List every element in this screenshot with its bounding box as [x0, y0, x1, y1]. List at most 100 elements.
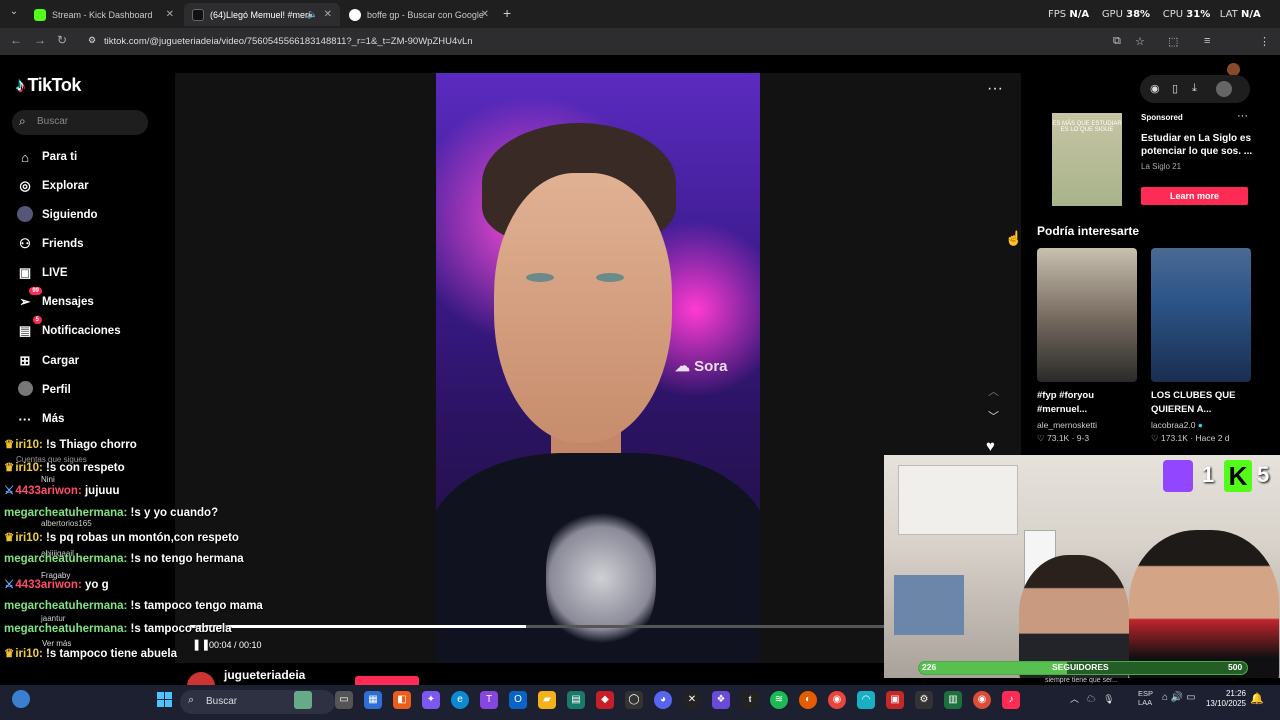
- tab-google[interactable]: boffe gp - Buscar con Google ✕: [341, 3, 497, 26]
- compass-icon: ◎: [19, 178, 31, 193]
- close-icon[interactable]: ✕: [481, 9, 489, 20]
- nav-live[interactable]: ▣ LIVE: [16, 262, 68, 284]
- video-more-icon[interactable]: ···: [987, 80, 1003, 98]
- cloud-icon[interactable]: ☁: [1087, 694, 1096, 704]
- chat-message: ♛iri10: !s pq robas un montón,con respet…: [4, 530, 239, 544]
- tiktok-logo[interactable]: ♪ TikTok: [16, 75, 81, 96]
- compass-icon[interactable]: ◉: [1150, 82, 1160, 95]
- widgets-icon[interactable]: [12, 690, 30, 708]
- following-item[interactable]: albertorios165: [41, 519, 92, 528]
- nav-mas[interactable]: ··· Más: [16, 408, 65, 430]
- reload-icon[interactable]: ↻: [57, 33, 67, 47]
- forward-icon[interactable]: →: [34, 33, 46, 47]
- nav-siguiendo[interactable]: Siguiendo: [16, 204, 98, 226]
- back-icon[interactable]: ←: [10, 33, 22, 47]
- nav-explorar[interactable]: ◎ Explorar: [16, 175, 88, 197]
- nav-perfil[interactable]: Perfil: [16, 379, 71, 401]
- heart-icon[interactable]: ♥: [986, 438, 995, 455]
- extensions-icon[interactable]: ⬚: [1168, 35, 1178, 48]
- language-indicator[interactable]: ESP LAA: [1138, 689, 1153, 707]
- app-green-icon[interactable]: ▥: [944, 691, 962, 709]
- app-red-icon[interactable]: ◆: [596, 691, 614, 709]
- video-frame[interactable]: ☁ Sora: [436, 73, 760, 663]
- chrome-active-icon[interactable]: ◉: [973, 691, 991, 709]
- clock-time: 21:26: [1225, 689, 1246, 698]
- chevron-up-icon[interactable]: ︿: [988, 383, 999, 399]
- recommend-thumbnail[interactable]: [1151, 248, 1251, 382]
- search-input[interactable]: ⌕ Buscar: [12, 110, 148, 135]
- nav-mensajes[interactable]: ➢ 99 Mensajes: [16, 287, 94, 313]
- speaker-icon[interactable]: 🔈: [307, 9, 318, 20]
- teams-icon[interactable]: T: [480, 691, 498, 709]
- followers-label: SEGUIDORES: [1052, 662, 1109, 672]
- chevron-down-icon[interactable]: ﹀: [988, 408, 999, 424]
- media-icon[interactable]: ≡: [1204, 35, 1210, 47]
- office-icon[interactable]: ◧: [393, 691, 411, 709]
- mic-icon[interactable]: 🎙: [1103, 694, 1114, 704]
- profile-icon: [16, 381, 34, 399]
- url-field[interactable]: ⚙ tiktok.com/@jugueteriadeia/video/75605…: [84, 32, 1144, 52]
- search-placeholder: Buscar: [37, 116, 69, 127]
- app-icon[interactable]: ▤: [567, 691, 585, 709]
- author-name[interactable]: jugueteriadeia: [224, 668, 305, 682]
- app-settings-icon[interactable]: ⚙: [915, 691, 933, 709]
- outlook-icon[interactable]: O: [509, 691, 527, 709]
- recommend-author[interactable]: lacobraa2.0 ●: [1151, 420, 1203, 430]
- taskbar-clock[interactable]: 21:26 13/10/2025: [1200, 689, 1246, 709]
- crown-badge-icon: ♛: [4, 462, 15, 474]
- ad-more-icon[interactable]: ···: [1237, 110, 1248, 122]
- task-view-icon[interactable]: ▭: [335, 691, 353, 709]
- recommend-title[interactable]: LOS CLUBES QUE QUIEREN A...: [1151, 389, 1256, 417]
- copilot-icon[interactable]: ✦: [422, 691, 440, 709]
- recommend-thumbnail[interactable]: [1037, 248, 1137, 382]
- recommend-title[interactable]: #fyp #foryou #mernuel...: [1037, 389, 1142, 417]
- tab-kick-dashboard[interactable]: Stream - Kick Dashboard ✕: [26, 3, 182, 26]
- pause-icon[interactable]: ❚❚: [192, 638, 210, 651]
- nav-notificaciones[interactable]: ▤ 5 Notificaciones: [16, 316, 121, 342]
- nav-para-ti[interactable]: ⌂ Para ti: [16, 146, 77, 168]
- app-cyan-icon[interactable]: ◠: [857, 691, 875, 709]
- notification-bell-icon[interactable]: 🔔: [1250, 692, 1264, 705]
- chat-username: iri10:: [15, 462, 43, 474]
- learn-more-button[interactable]: Learn more: [1141, 187, 1248, 205]
- chevron-up-icon[interactable]: ︿: [1070, 694, 1079, 704]
- obs-like-icon[interactable]: ✕: [683, 691, 701, 709]
- nav-cargar[interactable]: ⊞ Cargar: [16, 350, 80, 372]
- kebab-menu-icon[interactable]: ⋮: [1259, 35, 1270, 48]
- phone-icon[interactable]: ▯: [1172, 82, 1178, 95]
- store-icon[interactable]: ▦: [364, 691, 382, 709]
- app-purple-icon[interactable]: ❖: [712, 691, 730, 709]
- site-info-icon[interactable]: ⚙: [88, 35, 96, 46]
- windows-start-icon[interactable]: [157, 692, 173, 708]
- video-progress-bar[interactable]: [190, 625, 890, 628]
- user-avatar-icon[interactable]: [1216, 81, 1232, 97]
- firefox-icon[interactable]: ◐: [799, 691, 817, 709]
- app-red2-icon[interactable]: ▣: [886, 691, 904, 709]
- new-tab-button[interactable]: +: [503, 5, 511, 21]
- close-icon[interactable]: ✕: [324, 9, 332, 20]
- tab-search-icon[interactable]: ⌄: [6, 6, 22, 22]
- browser-tab-bar: ⌄ Stream - Kick Dashboard ✕ (64)Llegó Me…: [0, 0, 1280, 28]
- gpu-value: 38%: [1126, 9, 1151, 20]
- tiktok-app-icon[interactable]: ♪: [1002, 691, 1020, 709]
- tab-tiktok[interactable]: (64)Llegó Memuel! #mernu 🔈 ✕: [184, 3, 340, 26]
- home-icon: ⌂: [21, 149, 29, 165]
- download-icon[interactable]: ⤓: [1192, 82, 1197, 95]
- edge-icon[interactable]: e: [451, 691, 469, 709]
- following-item[interactable]: jaantur: [41, 614, 65, 623]
- discord-icon[interactable]: ◕: [654, 691, 672, 709]
- app-tt-icon[interactable]: 𝖙: [741, 691, 759, 709]
- nav-friends[interactable]: ⚇ Friends: [16, 233, 83, 255]
- ad-title[interactable]: Estudiar en La Siglo es potenciar lo que…: [1141, 132, 1256, 158]
- spotify-icon[interactable]: ≋: [770, 691, 788, 709]
- file-explorer-icon[interactable]: ▰: [538, 691, 556, 709]
- ad-thumbnail[interactable]: ES MÁS QUE ESTUDIAR ES LO QUE SIGUE: [1052, 113, 1122, 206]
- close-icon[interactable]: ✕: [166, 9, 174, 20]
- chrome-icon[interactable]: ◉: [828, 691, 846, 709]
- cast-icon[interactable]: ⧉: [1113, 35, 1121, 48]
- recommend-author[interactable]: ale_mernosketti: [1037, 420, 1097, 430]
- tray-network-volume[interactable]: ⌂ 🔊 ▭: [1162, 692, 1196, 703]
- bookmark-star-icon[interactable]: ☆: [1135, 35, 1145, 48]
- app-circle-icon[interactable]: ◯: [625, 691, 643, 709]
- taskbar-people-icon[interactable]: [294, 691, 312, 709]
